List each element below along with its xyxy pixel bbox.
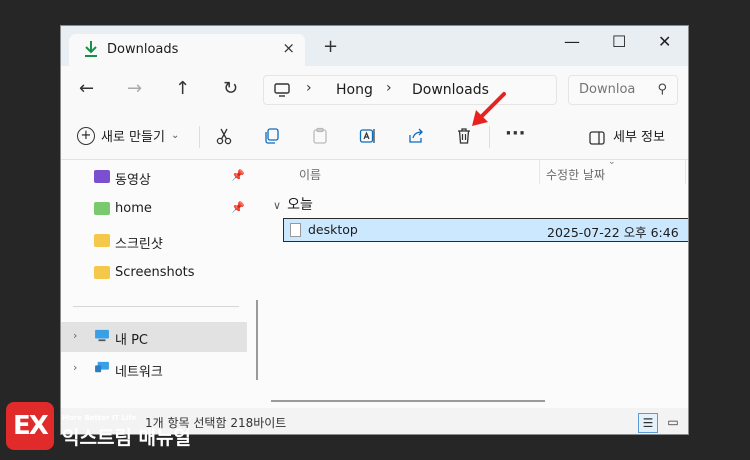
tab-bar: Downloads × + — ☐ ✕	[61, 26, 688, 66]
breadcrumb-hong[interactable]: Hong	[336, 82, 373, 98]
sidebar-scrollbar[interactable]	[256, 300, 258, 380]
column-header-name[interactable]: 이름	[299, 166, 321, 183]
copy-icon[interactable]	[263, 127, 281, 145]
column-divider[interactable]	[539, 160, 540, 184]
search-box[interactable]: ⚲	[568, 75, 678, 105]
new-tab-button[interactable]: +	[323, 36, 338, 57]
folder-icon	[94, 234, 110, 247]
share-icon[interactable]	[407, 127, 425, 145]
file-list: 이름 수정한 날짜 ⌄ ∨ 오늘 desktop 2025-07-22 오후 6:…	[261, 157, 688, 408]
tab-downloads[interactable]: Downloads ×	[69, 34, 305, 66]
site-logo: EX More Better IT Life 익스트림 매뉴얼	[6, 398, 218, 454]
chevron-down-icon: ∨	[273, 199, 282, 212]
download-icon	[85, 41, 97, 57]
sidebar-divider	[73, 306, 239, 307]
close-tab-icon[interactable]: ×	[282, 39, 295, 57]
sort-chevron-icon: ⌄	[608, 157, 616, 167]
group-label: 오늘	[287, 197, 313, 213]
computer-icon	[274, 83, 290, 97]
folder-icon	[94, 202, 110, 215]
command-bar: + 새로 만들기 ⌄ ··· 세부 정보	[61, 114, 688, 160]
close-window-button[interactable]: ✕	[658, 32, 671, 51]
chevron-right-icon[interactable]: ›	[73, 361, 77, 374]
file-modified-date: 2025-07-22 오후 6:46	[547, 225, 679, 240]
logo-name: 익스트림 매뉴얼	[62, 427, 191, 449]
minimize-button[interactable]: —	[564, 32, 580, 51]
file-icon	[290, 223, 301, 237]
column-divider[interactable]	[685, 160, 686, 184]
address-bar[interactable]: › Hong › Downloads	[263, 75, 557, 105]
sidebar-item-label: Screenshots	[115, 265, 195, 280]
details-view-button[interactable]: ☰	[638, 413, 658, 433]
toolbar-divider	[199, 126, 200, 148]
up-button[interactable]: ↑	[175, 78, 190, 99]
new-button[interactable]: + 새로 만들기 ⌄	[77, 126, 179, 145]
sidebar-item-label: 동영상	[115, 173, 151, 188]
pin-icon: 📌	[231, 169, 245, 182]
details-button[interactable]: 세부 정보	[589, 126, 665, 145]
pin-icon: 📌	[231, 201, 245, 214]
tiles-view-button[interactable]: ▭	[663, 413, 683, 433]
horizontal-scrollbar[interactable]	[271, 400, 545, 402]
sidebar-item-label: 스크린샷	[115, 237, 163, 252]
forward-button[interactable]: →	[127, 78, 142, 99]
rename-icon[interactable]	[359, 127, 377, 145]
more-options-button[interactable]: ···	[505, 123, 526, 144]
navigation-bar: ← → ↑ ↻ › Hong › Downloads ⚲	[61, 66, 688, 114]
plus-icon: +	[77, 126, 95, 145]
cut-icon[interactable]	[215, 127, 233, 145]
chevron-right-icon[interactable]: ›	[73, 329, 77, 342]
paste-icon[interactable]	[311, 127, 329, 145]
logo-tagline: More Better IT Life	[62, 414, 137, 422]
main-area: 동영상 📌 home 📌 스크린샷 Screenshots › 내 PC › 네…	[61, 157, 688, 408]
file-name: desktop	[308, 222, 358, 237]
sidebar-item-screenshots[interactable]: Screenshots	[61, 258, 251, 288]
group-header-today[interactable]: ∨ 오늘	[273, 194, 313, 214]
new-button-label: 새로 만들기	[101, 130, 165, 145]
search-input[interactable]	[577, 81, 651, 98]
navigation-pane: 동영상 📌 home 📌 스크린샷 Screenshots › 내 PC › 네…	[61, 160, 258, 408]
network-icon	[95, 361, 109, 373]
search-icon: ⚲	[657, 82, 667, 97]
refresh-button[interactable]: ↻	[223, 78, 238, 99]
breadcrumb-separator: ›	[386, 80, 392, 96]
file-row-desktop[interactable]: desktop 2025-07-22 오후 6:46	[283, 218, 688, 242]
back-button[interactable]: ←	[79, 78, 94, 99]
sidebar-item-label: home	[115, 201, 152, 216]
logo-mark: EX	[6, 402, 54, 450]
this-pc-icon	[95, 329, 109, 342]
sidebar-item-label: 내 PC	[115, 333, 149, 348]
maximize-button[interactable]: ☐	[612, 32, 626, 51]
sidebar-item-screenshots-ko[interactable]: 스크린샷	[61, 226, 251, 256]
details-pane-icon	[589, 130, 605, 145]
sidebar-item-this-pc[interactable]: › 내 PC	[61, 322, 247, 352]
details-button-label: 세부 정보	[613, 130, 665, 145]
sidebar-item-videos[interactable]: 동영상 📌	[61, 162, 251, 192]
sidebar-item-home[interactable]: home 📌	[61, 194, 251, 224]
chevron-down-icon: ⌄	[170, 130, 180, 141]
file-explorer-window: Downloads × + — ☐ ✕ ← → ↑ ↻ › Hong › Dow…	[60, 25, 689, 435]
tab-title: Downloads	[107, 42, 179, 57]
annotation-arrow	[472, 92, 506, 126]
videos-folder-icon	[94, 170, 110, 183]
sidebar-item-network[interactable]: › 네트워크	[61, 354, 251, 384]
breadcrumb-separator: ›	[306, 80, 312, 96]
column-header-modified[interactable]: 수정한 날짜	[546, 166, 605, 183]
folder-icon	[94, 266, 110, 279]
sidebar-item-label: 네트워크	[115, 365, 163, 380]
